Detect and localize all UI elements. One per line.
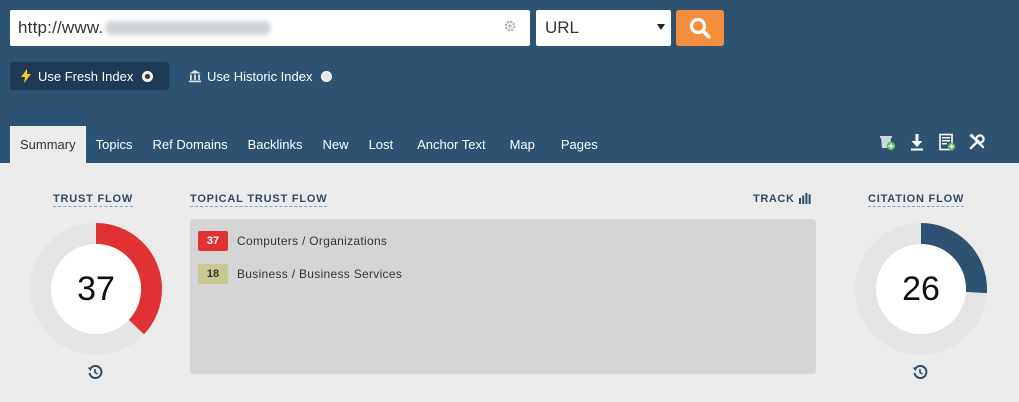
url-prefix-text: http://www.: [18, 18, 104, 37]
lightning-icon: [19, 69, 33, 83]
report-icon[interactable]: [937, 132, 957, 152]
tab-topics[interactable]: Topics: [86, 126, 143, 163]
tab-summary[interactable]: Summary: [10, 126, 86, 163]
track-label: TRACK: [753, 193, 795, 205]
tab-ref-domains[interactable]: Ref Domains: [142, 126, 237, 163]
topical-trust-flow-list: 37 Computers / Organizations 18 Business…: [190, 219, 816, 374]
top-toolbar: http://www. URL Use Fresh Index Use Hist…: [0, 0, 1019, 163]
tab-anchor-text[interactable]: Anchor Text: [407, 126, 499, 163]
historic-index-radio[interactable]: [321, 70, 333, 82]
url-input[interactable]: http://www.: [10, 10, 530, 46]
tab-lost[interactable]: Lost: [359, 126, 408, 163]
trust-flow-history-icon[interactable]: [86, 363, 104, 381]
download-icon[interactable]: [907, 132, 927, 152]
url-domain-redacted: [105, 21, 272, 35]
tab-new[interactable]: New: [313, 126, 359, 163]
bank-icon: [188, 69, 202, 83]
tab-pages[interactable]: Pages: [551, 126, 608, 163]
add-to-bucket-icon[interactable]: [877, 132, 897, 152]
list-item[interactable]: 37 Computers / Organizations: [198, 231, 387, 251]
historic-index-label: Use Historic Index: [207, 68, 313, 84]
topic-label: Computers / Organizations: [237, 234, 388, 248]
fresh-index-label: Use Fresh Index: [38, 68, 134, 84]
toolbar-actions: [877, 132, 997, 154]
fresh-index-option[interactable]: Use Fresh Index: [10, 62, 169, 90]
topic-label: Business / Business Services: [237, 267, 403, 281]
tab-bar: Summary Topics Ref Domains Backlinks New…: [10, 126, 608, 163]
trust-flow-value: 37: [77, 270, 115, 308]
citation-flow-value: 26: [902, 270, 940, 308]
trust-flow-gauge: 37: [30, 223, 162, 355]
track-link[interactable]: TRACK: [753, 193, 811, 205]
citation-flow-history-icon[interactable]: [911, 363, 929, 381]
topic-score-badge: 18: [198, 264, 228, 284]
url-type-selected: URL: [545, 18, 580, 37]
fresh-index-radio[interactable]: [142, 70, 154, 82]
citation-flow-title[interactable]: CITATION FLOW: [868, 193, 965, 207]
search-button[interactable]: [676, 10, 724, 46]
url-type-select[interactable]: URL: [536, 10, 671, 46]
citation-flow-gauge: 26: [855, 223, 987, 355]
historic-index-option[interactable]: Use Historic Index: [188, 62, 358, 90]
gear-icon[interactable]: [502, 19, 518, 35]
topical-trust-flow-title[interactable]: TOPICAL TRUST FLOW: [190, 193, 328, 207]
topic-score-badge: 37: [198, 231, 228, 251]
bar-chart-icon: [798, 193, 811, 204]
tools-icon[interactable]: [967, 132, 987, 152]
search-icon: [689, 17, 711, 39]
tab-backlinks[interactable]: Backlinks: [238, 126, 313, 163]
chevron-down-icon: [657, 24, 665, 30]
trust-flow-title[interactable]: TRUST FLOW: [53, 193, 134, 207]
tab-map[interactable]: Map: [500, 126, 551, 163]
list-item[interactable]: 18 Business / Business Services: [198, 264, 402, 284]
